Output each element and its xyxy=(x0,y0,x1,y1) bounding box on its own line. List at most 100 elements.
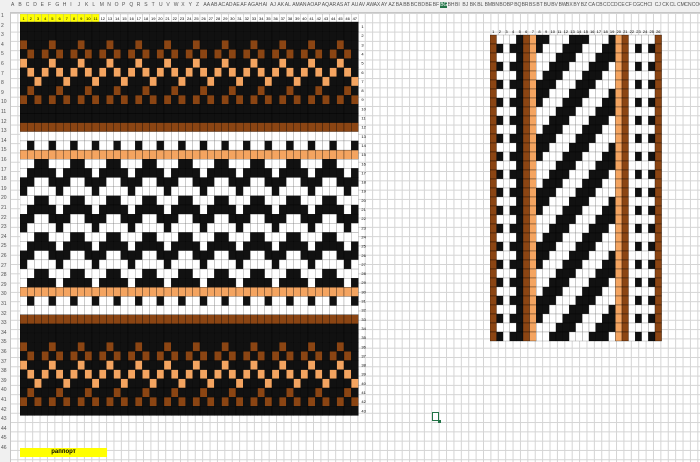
column-header-cell[interactable]: W xyxy=(174,2,179,8)
column-header-cell[interactable]: Z xyxy=(196,2,199,8)
row-header-cell[interactable]: 26 xyxy=(1,253,7,259)
row-header-cell[interactable]: 12 xyxy=(1,119,7,125)
row-header-cell[interactable]: 33 xyxy=(1,320,7,326)
column-header-cell[interactable]: AS xyxy=(337,2,344,8)
column-header-cell[interactable]: BN xyxy=(492,2,499,8)
row-header-cell[interactable]: 5 xyxy=(1,51,4,57)
column-header-cell[interactable]: BB xyxy=(403,2,410,8)
column-header-cell[interactable]: C xyxy=(26,2,30,8)
column-header-cell[interactable]: BK xyxy=(470,2,477,8)
rapport-label[interactable]: раппорт xyxy=(20,448,107,457)
column-header-cell[interactable]: O xyxy=(115,2,119,8)
column-header-cell[interactable]: CA xyxy=(588,2,595,8)
row-header-bar[interactable]: 1 2 3 4 5 6 7 8 9 10 11 12 13 14 15 16 17 18 19 20 21 22 23 24 2… xyxy=(0,12,11,462)
column-header-cell[interactable]: B xyxy=(18,2,21,8)
column-header-cell[interactable]: AJ xyxy=(270,2,276,8)
row-header-cell[interactable]: 29 xyxy=(1,282,7,288)
row-header-cell[interactable]: 15 xyxy=(1,147,7,153)
column-header-cell[interactable]: BI xyxy=(455,2,460,8)
row-header-cell[interactable]: 27 xyxy=(1,263,7,269)
column-header-cell[interactable]: N xyxy=(107,2,111,8)
column-header-cell[interactable]: AX xyxy=(374,2,381,8)
row-header-cell[interactable]: 14 xyxy=(1,138,7,144)
row-header-cell[interactable]: 32 xyxy=(1,311,7,317)
column-header-cell[interactable]: BL xyxy=(477,2,483,8)
column-header-cell[interactable]: BZ xyxy=(581,2,587,8)
row-header-cell[interactable]: 17 xyxy=(1,167,7,173)
row-header-cell[interactable]: 45 xyxy=(1,435,7,441)
column-header-cell[interactable]: CL xyxy=(670,2,676,8)
column-header-cell[interactable]: L xyxy=(92,2,95,8)
column-header-cell[interactable]: A xyxy=(11,2,14,8)
row-header-cell[interactable]: 41 xyxy=(1,397,7,403)
row-header-cell[interactable]: 8 xyxy=(1,80,4,86)
column-header-cell[interactable]: AD xyxy=(226,2,233,8)
row-header-cell[interactable]: 46 xyxy=(1,445,7,451)
column-header-cell[interactable]: AG xyxy=(248,2,255,8)
column-header-cell[interactable]: BD xyxy=(418,2,425,8)
column-header-cell[interactable]: AM xyxy=(292,2,300,8)
column-header-cell[interactable]: BH xyxy=(448,2,455,8)
column-header-cell[interactable]: BO xyxy=(499,2,506,8)
column-header-cell[interactable]: AU xyxy=(351,2,358,8)
row-header-cell[interactable]: 38 xyxy=(1,368,7,374)
row-header-cell[interactable]: 11 xyxy=(1,109,6,115)
column-header-cell[interactable]: T xyxy=(152,2,155,8)
row-header-cell[interactable]: 25 xyxy=(1,243,7,249)
column-header-cell[interactable]: AB xyxy=(211,2,218,8)
column-header-cell[interactable]: F xyxy=(48,2,51,8)
row-header-cell[interactable]: 13 xyxy=(1,128,7,134)
column-header-cell[interactable]: U xyxy=(159,2,163,8)
row-header-cell[interactable]: 31 xyxy=(1,301,7,307)
column-header-cell[interactable]: AT xyxy=(344,2,350,8)
column-header-cell[interactable]: AZ xyxy=(388,2,394,8)
column-header-cell[interactable]: J xyxy=(78,2,81,8)
column-header-cell[interactable]: AN xyxy=(300,2,307,8)
column-header-cell[interactable]: CO xyxy=(692,2,700,8)
column-header-cell[interactable]: BU xyxy=(544,2,551,8)
column-header-cell[interactable]: AY xyxy=(381,2,387,8)
column-header-cell[interactable]: BG xyxy=(440,2,448,8)
column-header-cell[interactable]: CI xyxy=(647,2,652,8)
row-header-cell[interactable]: 1 xyxy=(1,13,4,19)
column-header-cell[interactable]: BQ xyxy=(514,2,521,8)
column-header-cell[interactable]: BS xyxy=(529,2,536,8)
row-header-cell[interactable]: 22 xyxy=(1,215,7,221)
column-header-cell[interactable]: AH xyxy=(255,2,262,8)
column-header-cell[interactable]: K xyxy=(85,2,88,8)
column-header-cell[interactable]: CE xyxy=(618,2,625,8)
column-header-cell[interactable]: Q xyxy=(129,2,133,8)
row-header-cell[interactable]: 10 xyxy=(1,99,7,105)
row-header-cell[interactable]: 36 xyxy=(1,349,7,355)
row-header-cell[interactable]: 3 xyxy=(1,32,4,38)
row-header-cell[interactable]: 21 xyxy=(1,205,7,211)
column-header-cell[interactable]: BE xyxy=(425,2,432,8)
column-header-cell[interactable]: BP xyxy=(507,2,514,8)
column-header-cell[interactable]: AF xyxy=(240,2,246,8)
row-header-cell[interactable]: 23 xyxy=(1,224,7,230)
column-header-cell[interactable]: CK xyxy=(662,2,669,8)
column-header-cell[interactable]: CC xyxy=(603,2,610,8)
row-header-cell[interactable]: 7 xyxy=(1,71,4,77)
column-header-cell[interactable]: BV xyxy=(551,2,558,8)
column-header-cell[interactable]: BF xyxy=(433,2,439,8)
column-header-cell[interactable]: G xyxy=(55,2,59,8)
column-header-cell[interactable]: S xyxy=(144,2,147,8)
active-cell-selection[interactable] xyxy=(432,412,441,423)
column-header-cell[interactable]: AV xyxy=(359,2,365,8)
column-header-cell[interactable]: CF xyxy=(625,2,632,8)
column-header-cell[interactable]: H xyxy=(63,2,67,8)
column-header-cell[interactable]: P xyxy=(122,2,125,8)
column-header-cell[interactable]: AE xyxy=(233,2,240,8)
row-header-cell[interactable]: 43 xyxy=(1,416,7,422)
column-header-cell[interactable]: Y xyxy=(189,2,192,8)
row-header-cell[interactable]: 39 xyxy=(1,378,7,384)
column-header-cell[interactable]: AC xyxy=(218,2,225,8)
row-header-cell[interactable]: 42 xyxy=(1,407,7,413)
column-header-cell[interactable]: BT xyxy=(536,2,542,8)
column-header-cell[interactable]: BA xyxy=(396,2,403,8)
row-header-cell[interactable]: 20 xyxy=(1,195,7,201)
row-header-cell[interactable]: 16 xyxy=(1,157,7,163)
column-header-cell[interactable]: V xyxy=(166,2,169,8)
column-header-cell[interactable]: AP xyxy=(314,2,321,8)
